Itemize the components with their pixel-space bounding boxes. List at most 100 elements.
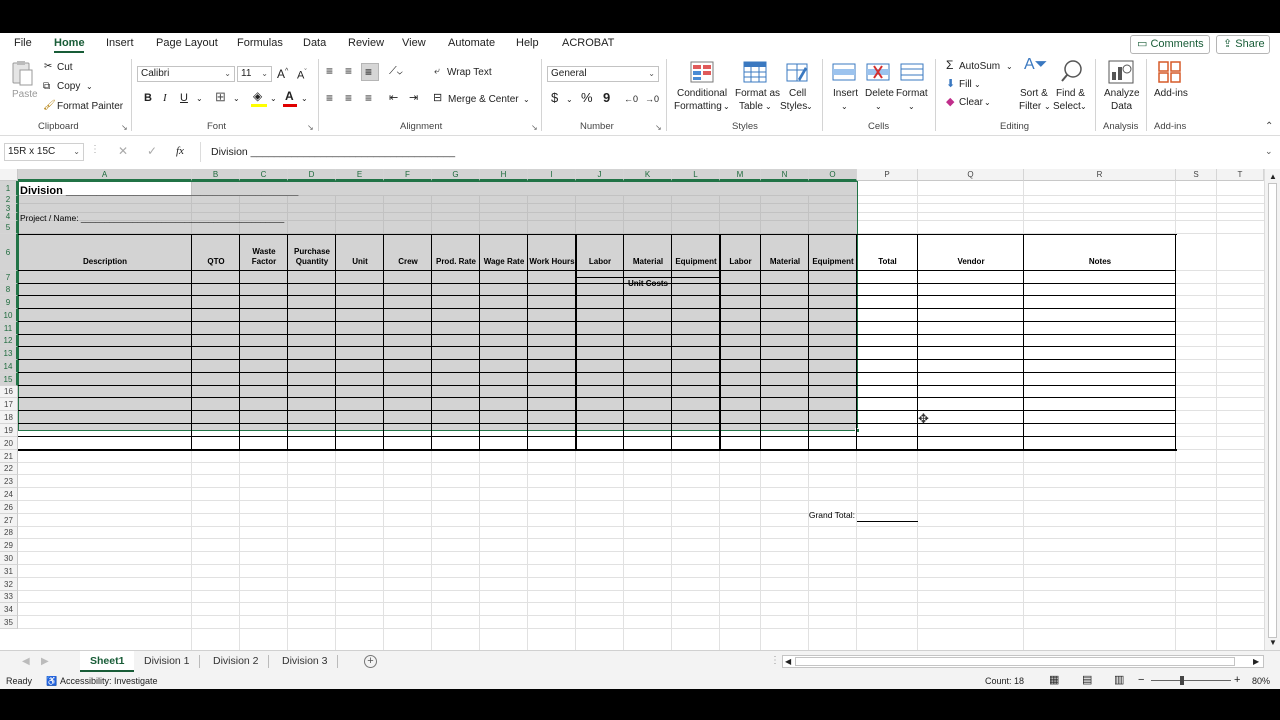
menu-insert[interactable]: Insert	[106, 37, 134, 49]
row-header-4[interactable]: 4	[0, 213, 18, 221]
row-header-26[interactable]: 26	[0, 501, 18, 514]
menu-view[interactable]: View	[402, 37, 426, 49]
column-header-d[interactable]: D	[288, 169, 336, 181]
chevron-down-icon[interactable]: ⌄	[1006, 61, 1013, 73]
dialog-launcher-icon[interactable]: ↘	[655, 122, 662, 134]
number-format-select[interactable]: General ⌄	[547, 66, 659, 82]
increase-decimal-icon[interactable]: ←0	[624, 93, 638, 105]
prev-sheet-icon[interactable]: ◀	[22, 656, 30, 668]
decrease-font-icon[interactable]: Aˇ	[297, 67, 307, 82]
scroll-down-icon[interactable]: ▼	[1269, 637, 1277, 649]
menu-review[interactable]: Review	[348, 37, 384, 49]
formula-input[interactable]: Division _______________________________…	[200, 142, 1274, 162]
sheet-tab-division-2[interactable]: Division 2	[203, 651, 269, 672]
align-bottom-icon[interactable]: ≡	[361, 63, 379, 81]
dialog-launcher-icon[interactable]: ↘	[531, 122, 538, 134]
chevron-down-icon[interactable]: ⌄	[86, 81, 93, 93]
add-ins-button[interactable]: Add-ins	[1154, 88, 1188, 100]
align-top-icon[interactable]: ≡	[326, 65, 333, 77]
filter-label[interactable]: Filter	[1019, 101, 1041, 113]
row-header-13[interactable]: 13	[0, 347, 18, 360]
menu-formulas[interactable]: Formulas	[237, 37, 283, 49]
merge-center-button[interactable]: Merge & Center	[448, 94, 519, 106]
chevron-down-icon[interactable]: ⌄	[723, 101, 730, 113]
zoom-slider[interactable]	[1151, 680, 1231, 681]
add-sheet-icon[interactable]: +	[364, 655, 377, 668]
menu-data[interactable]: Data	[303, 37, 326, 49]
column-header-s[interactable]: S	[1176, 169, 1217, 181]
add-ins-icon[interactable]	[1158, 61, 1182, 83]
cancel-icon[interactable]: ✕	[118, 145, 128, 157]
row-header-32[interactable]: 32	[0, 578, 18, 591]
orientation-icon[interactable]: ⟋⌄	[389, 65, 403, 77]
row-header-18[interactable]: 18	[0, 411, 18, 424]
percent-icon[interactable]: %	[581, 91, 593, 104]
sheet-tab-division-3[interactable]: Division 3	[272, 651, 338, 672]
row-header-2[interactable]: 2	[0, 196, 18, 204]
row-header-34[interactable]: 34	[0, 603, 18, 616]
borders-icon[interactable]: ⊞	[215, 90, 226, 103]
sheet-tab-division-1[interactable]: Division 1	[134, 651, 200, 672]
horizontal-scrollbar[interactable]: ◀ ▶	[782, 655, 1264, 668]
data-label[interactable]: Data	[1111, 101, 1132, 113]
fill-color-icon[interactable]: ◈	[253, 90, 262, 102]
row-header-35[interactable]: 35	[0, 616, 18, 629]
column-header-p[interactable]: P	[857, 169, 918, 181]
row-header-11[interactable]: 11	[0, 322, 18, 335]
chevron-down-icon[interactable]: ⌄	[841, 101, 848, 113]
column-header-f[interactable]: F	[384, 169, 432, 181]
row-header-16[interactable]: 16	[0, 386, 18, 398]
insert-function-icon[interactable]: fx	[176, 145, 184, 157]
analyze-data-icon[interactable]	[1108, 60, 1134, 84]
decrease-indent-icon[interactable]: ⇤	[389, 92, 398, 104]
scroll-thumb[interactable]	[795, 657, 1235, 666]
row-header-21[interactable]: 21	[0, 450, 18, 463]
share-button[interactable]: ⇪ Share	[1216, 35, 1270, 54]
row-header-14[interactable]: 14	[0, 360, 18, 373]
next-sheet-icon[interactable]: ▶	[41, 656, 49, 668]
column-header-r[interactable]: R	[1024, 169, 1176, 181]
currency-icon[interactable]: $	[551, 91, 558, 104]
wrap-text-button[interactable]: Wrap Text	[447, 67, 492, 79]
column-header-g[interactable]: G	[432, 169, 480, 181]
collapse-ribbon-icon[interactable]: ⌃	[1265, 121, 1273, 133]
row-header-20[interactable]: 20	[0, 437, 18, 450]
delete-cells-icon[interactable]	[866, 63, 890, 81]
column-header-q[interactable]: Q	[918, 169, 1024, 181]
column-header-o[interactable]: O	[809, 169, 857, 181]
chevron-down-icon[interactable]: ⌄	[984, 97, 991, 109]
table-label[interactable]: Table	[739, 101, 763, 113]
cut-button[interactable]: Cut	[57, 62, 73, 74]
zoom-in-icon[interactable]: +	[1234, 674, 1240, 686]
scroll-left-icon[interactable]: ◀	[785, 656, 791, 668]
chevron-down-icon[interactable]: ⌄	[523, 94, 530, 106]
column-header-b[interactable]: B	[192, 169, 240, 181]
cell-styles-icon[interactable]	[786, 61, 808, 83]
comments-button[interactable]: ▭ Comments	[1130, 35, 1210, 54]
row-header-15[interactable]: 15	[0, 373, 18, 386]
autosum-button[interactable]: AutoSum	[959, 61, 1000, 73]
column-header-i[interactable]: I	[528, 169, 576, 181]
insert-cells-icon[interactable]	[832, 63, 856, 81]
chevron-down-icon[interactable]: ⌄	[1080, 101, 1087, 113]
format-cells-icon[interactable]	[900, 63, 924, 81]
chevron-down-icon[interactable]: ⌄	[270, 93, 277, 105]
select-all-corner[interactable]	[0, 169, 18, 181]
row-header-31[interactable]: 31	[0, 565, 18, 578]
insert-cells-button[interactable]: Insert	[833, 88, 858, 100]
find-icon[interactable]	[1060, 59, 1084, 83]
zoom-out-icon[interactable]: −	[1138, 674, 1144, 686]
column-header-n[interactable]: N	[761, 169, 809, 181]
align-middle-icon[interactable]: ≡	[345, 65, 352, 77]
format-as-table-icon[interactable]	[743, 61, 767, 83]
formatting-label[interactable]: Formatting	[674, 101, 722, 113]
row-header-10[interactable]: 10	[0, 309, 18, 322]
conditional-label[interactable]: Conditional	[677, 88, 727, 100]
column-header-c[interactable]: C	[240, 169, 288, 181]
format-cells-button[interactable]: Format	[896, 88, 928, 100]
row-header-1[interactable]: 1	[0, 181, 18, 196]
menu-file[interactable]: File	[14, 37, 32, 49]
select-label[interactable]: Select	[1053, 101, 1081, 113]
increase-font-icon[interactable]: A^	[277, 66, 288, 80]
font-size-select[interactable]: 11 ⌄	[237, 66, 272, 82]
